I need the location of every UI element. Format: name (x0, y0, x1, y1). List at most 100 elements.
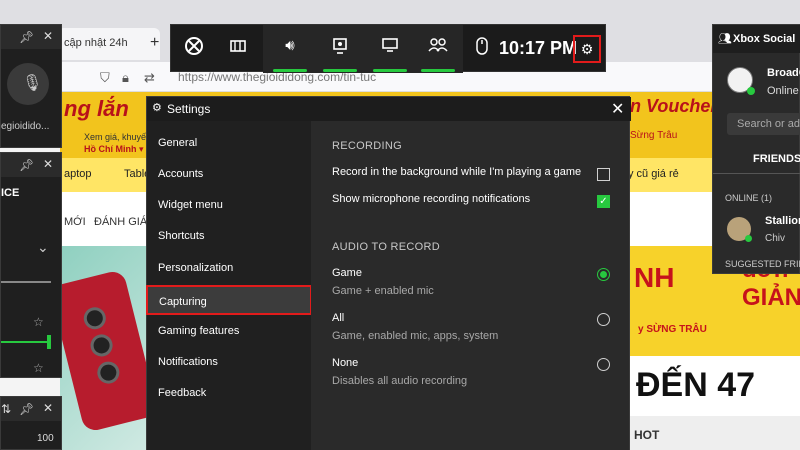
widget-title-bar: ⇅ 📌︎ ✕ (1, 397, 61, 421)
nav-item-general[interactable]: General (147, 128, 311, 158)
xbox-social-panel: 👥︎ Xbox Social BroadC Online Search or a… (712, 24, 800, 274)
new-tab-icon[interactable]: + (150, 34, 159, 52)
banner-subtext: Xem giá, khuyến (84, 132, 152, 142)
camera-lens (95, 359, 122, 386)
performance-widget: ⇅ 📌︎ ✕ 100 (0, 396, 62, 450)
star-icon[interactable]: ☆ (33, 361, 44, 375)
active-indicator (323, 69, 357, 72)
category-review[interactable]: ĐÁNH GIÁ (94, 216, 147, 228)
online-status-dot (745, 235, 752, 242)
nav-item-personalization[interactable]: Personalization (147, 253, 311, 283)
category-new[interactable]: MỚI (64, 216, 86, 228)
active-indicator (421, 69, 455, 72)
mouse-icon[interactable] (471, 37, 493, 59)
nav-item-notifications[interactable]: Notifications (147, 347, 311, 377)
nav-item-widget-menu[interactable]: Widget menu (147, 190, 311, 220)
nav-item-gaming-features[interactable]: Gaming features (147, 316, 311, 346)
close-icon[interactable]: ✕ (611, 99, 624, 119)
banner-voucher-sub: Sừng Trâu (630, 130, 678, 141)
divider (713, 173, 800, 174)
nav-item-used[interactable]: y cũ giá rẻ (628, 168, 679, 180)
social-icon[interactable] (427, 37, 449, 59)
section-heading-recording: RECORDING (332, 140, 402, 152)
gamebar-widget-group: 🔊︎ (263, 25, 463, 73)
option-mic-notifications-label: Show microphone recording notifications (332, 193, 531, 205)
performance-value: 100 (37, 433, 54, 444)
lock-icon[interactable]: 🔒︎ (122, 70, 129, 86)
nav-item-shortcuts[interactable]: Shortcuts (147, 221, 311, 251)
friend-search-input[interactable]: Search or ad (727, 113, 800, 135)
audio-widget: 📌︎ ✕ 🎙︎ egioidido... (0, 24, 62, 148)
widget-heading: ICE (1, 187, 20, 199)
option-none-label: None (332, 357, 359, 369)
settings-icon[interactable]: ⚙ (573, 35, 601, 63)
phone-image (48, 269, 160, 433)
friend-name[interactable]: Stallion (765, 215, 800, 227)
active-indicator (373, 69, 407, 72)
widget-title-bar: 📌︎ ✕ (1, 25, 61, 49)
mic-notifications-checkbox[interactable]: ✓ (597, 195, 610, 208)
option-background-recording-label: Record in the background while I'm playi… (332, 166, 582, 178)
settings-title-bar: ⚙ Settings ✕ (147, 97, 631, 121)
camera-lens (81, 304, 109, 332)
nav-item-accounts[interactable]: Accounts (147, 159, 311, 189)
promo-discount-text: ĐẾN 47 (636, 366, 756, 404)
background-recording-checkbox[interactable] (597, 168, 610, 181)
browser-tab[interactable]: cập nhật 24h ✕ (58, 28, 160, 60)
volume-slider-handle[interactable] (47, 335, 51, 349)
active-indicator (273, 69, 307, 72)
close-icon[interactable]: ✕ (43, 29, 53, 43)
performance-icon[interactable] (379, 37, 401, 59)
social-title-bar: 👥︎ Xbox Social (713, 25, 800, 53)
nav-item-capturing[interactable]: Capturing (146, 285, 312, 315)
social-title: Xbox Social (733, 33, 796, 45)
option-all-description: Game, enabled mic, apps, system (332, 330, 499, 342)
nav-item-laptop[interactable]: aptop (64, 168, 92, 180)
mic-off-icon: 🎙︎ (22, 75, 43, 92)
user-status[interactable]: Online (767, 85, 799, 97)
pin-icon[interactable]: 📌︎ (19, 402, 34, 416)
close-icon[interactable]: ✕ (43, 401, 53, 415)
options-icon[interactable]: ⇅ (1, 402, 11, 416)
option-game-label: Game (332, 267, 362, 279)
pin-icon[interactable]: 📌︎ (19, 158, 34, 172)
tab-friends[interactable]: FRIENDS (753, 153, 800, 165)
nav-item-feedback[interactable]: Feedback (147, 378, 311, 408)
audio-game-radio[interactable] (597, 268, 610, 281)
location-selector[interactable]: Hồ Chí Minh ▾ (84, 144, 144, 155)
xbox-icon[interactable] (183, 37, 205, 59)
widget-store-icon[interactable] (227, 37, 249, 59)
banner-voucher-text: n Voucher (630, 96, 718, 116)
online-status-dot (747, 87, 755, 95)
shield-icon[interactable]: ⛉ (100, 70, 110, 86)
option-game-description: Game + enabled mic (332, 285, 434, 297)
social-icon: 👥︎ (718, 33, 732, 45)
gamertag: BroadC (767, 67, 800, 79)
section-heading-audio: AUDIO TO RECORD (332, 241, 440, 253)
settings-title: Settings (167, 102, 211, 116)
close-icon[interactable]: ✕ (43, 157, 53, 171)
gear-icon: ⚙ (152, 102, 162, 114)
online-section-label: ONLINE (1) (725, 193, 773, 203)
browser-tab-title: cập nhật 24h (64, 37, 128, 49)
camera-lens (88, 332, 115, 359)
clock: 10:17 PM (499, 38, 578, 58)
capture-icon[interactable] (329, 37, 351, 59)
star-icon[interactable]: ☆ (33, 315, 44, 329)
mic-mute-button[interactable]: 🎙︎ (7, 63, 49, 105)
product-image[interactable] (48, 246, 160, 450)
permissions-icon[interactable]: ⇄ (144, 70, 155, 86)
gamebar-segment (171, 25, 263, 73)
audio-none-radio[interactable] (597, 358, 610, 371)
audio-source-label: egioidido... (1, 121, 50, 132)
audio-icon[interactable]: 🔊︎ (279, 37, 301, 59)
settings-window: ⚙ Settings ✕ General Accounts Widget men… (146, 96, 631, 450)
divider (1, 281, 51, 283)
pin-icon[interactable]: 📌︎ (19, 30, 34, 44)
volume-slider[interactable] (1, 341, 51, 343)
chevron-down-icon[interactable]: ⌄ (37, 239, 49, 256)
promo-brand: y SỪNG TRÂU (638, 324, 707, 335)
option-none-description: Disables all audio recording (332, 375, 468, 387)
audio-all-radio[interactable] (597, 313, 610, 326)
promo-discount[interactable]: ĐẾN 47 (630, 356, 800, 416)
